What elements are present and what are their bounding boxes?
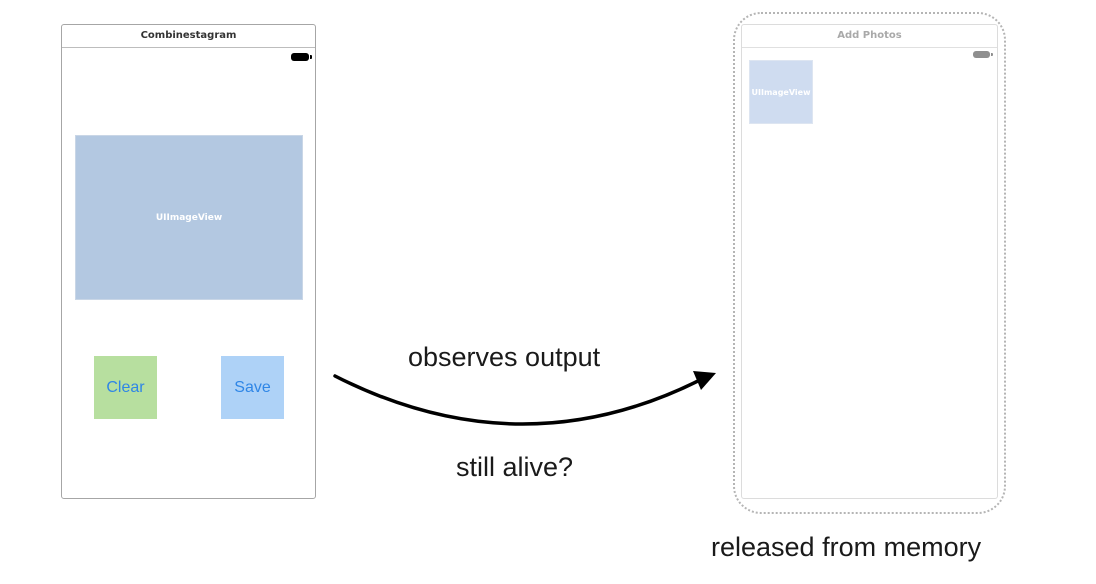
arrow-icon: [333, 371, 716, 426]
released-from-memory-label: released from memory: [711, 532, 982, 562]
diagram-canvas: Combinestagram UIImageView Clear Save Ad…: [0, 0, 1096, 584]
still-alive-label: still alive?: [456, 452, 574, 482]
observation-curve: [333, 374, 702, 426]
observes-output-label: observes output: [408, 342, 601, 372]
